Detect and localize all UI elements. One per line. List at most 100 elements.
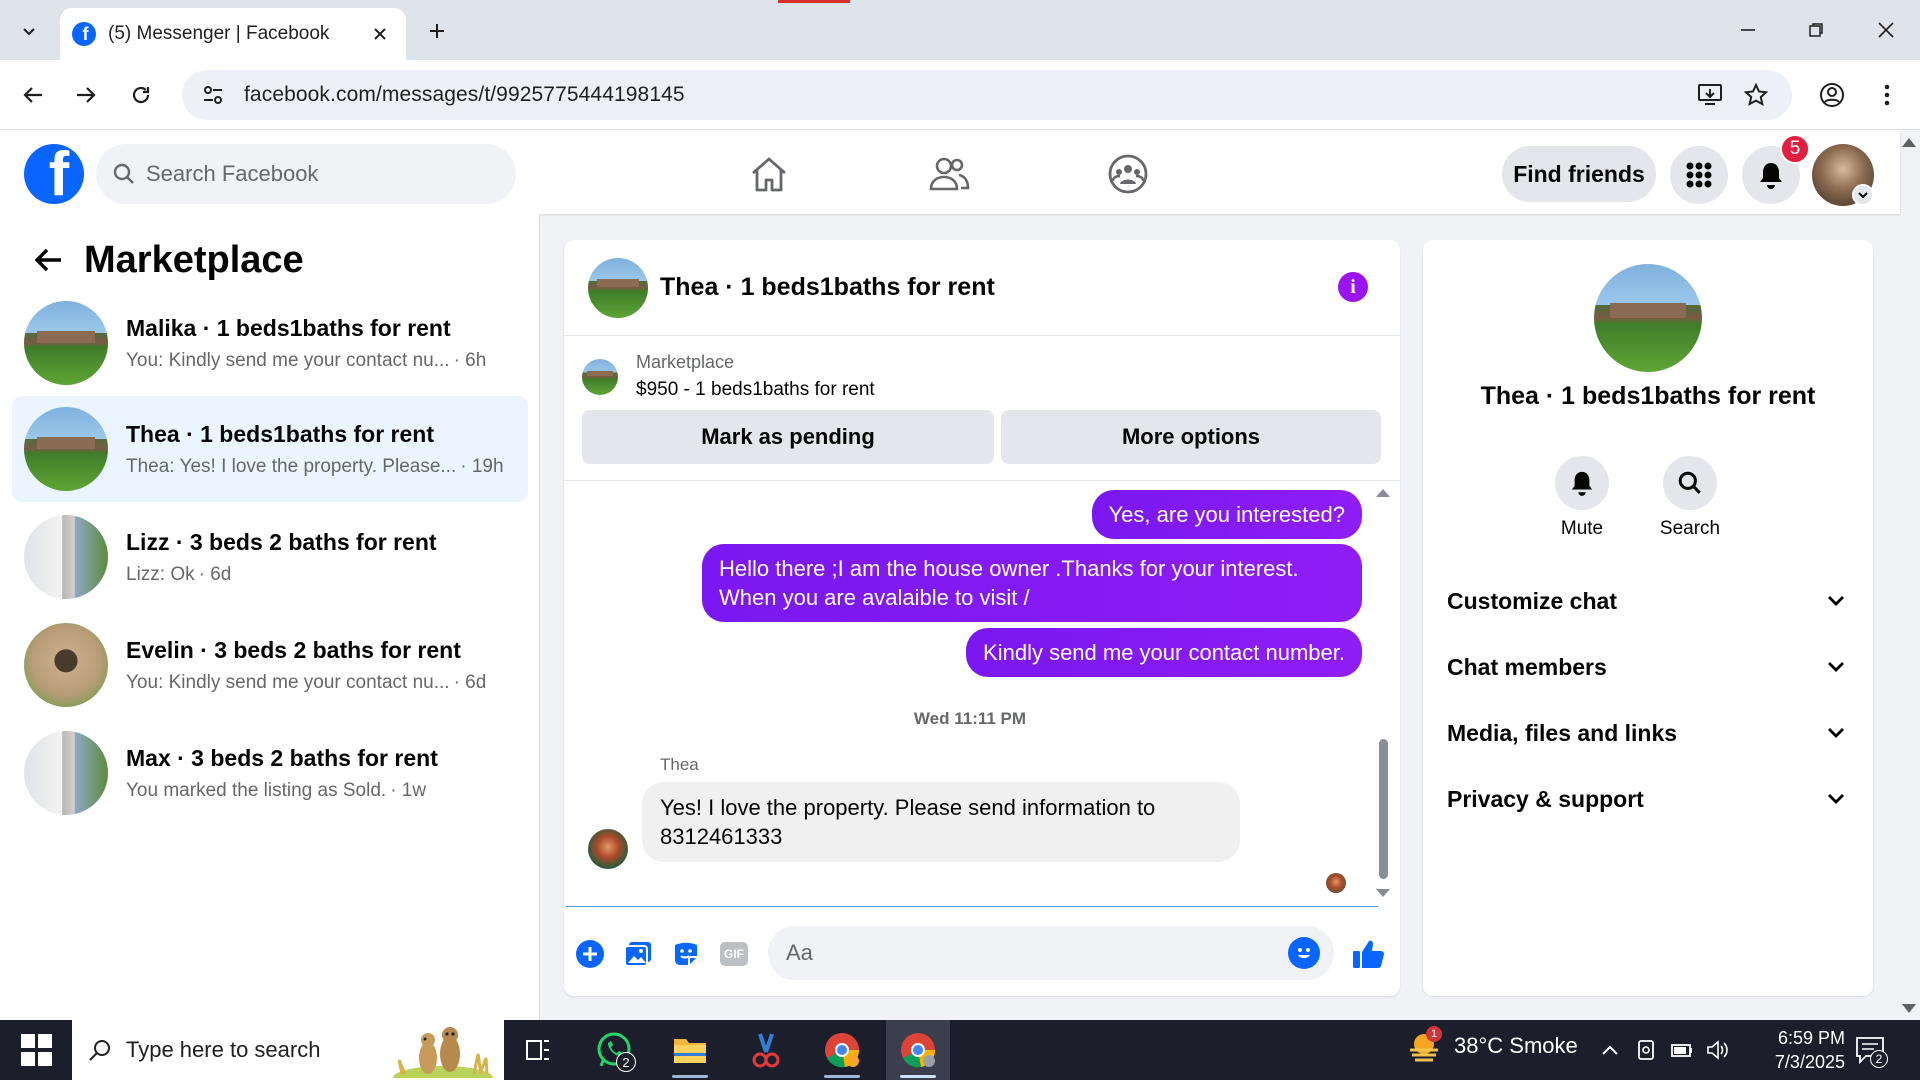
seen-receipt-avatar (1326, 873, 1346, 893)
outgoing-message: Kindly send me your contact number. (966, 628, 1362, 677)
marketplace-sidebar: Marketplace Malika · 1 beds1baths for re… (0, 214, 540, 1020)
conversation-item[interactable]: Max · 3 beds 2 baths for rent You marked… (12, 720, 528, 826)
browser-menu-icon[interactable] (1868, 76, 1906, 114)
chat-scrollbar[interactable] (1376, 489, 1390, 899)
forward-button[interactable] (67, 76, 105, 114)
conversation-item[interactable]: Malika · 1 beds1baths for rent You: Kind… (12, 290, 528, 396)
url-text[interactable]: facebook.com/messages/t/9925775444198145 (244, 83, 685, 107)
conversation-time: · 1w (390, 779, 427, 801)
accordion-label: Customize chat (1447, 587, 1617, 614)
conversation-item[interactable]: Lizz · 3 beds 2 baths for rent Lizz: Ok ·… (12, 504, 528, 610)
page-scroll-up-icon[interactable] (1902, 138, 1916, 147)
conversation-item-selected[interactable]: Thea · 1 beds1baths for rent Thea: Yes! … (12, 396, 528, 502)
conversation-name: Malika · 1 beds1baths for rent (126, 314, 451, 341)
message-input[interactable] (786, 940, 1256, 966)
listing-thumbnail (24, 623, 108, 707)
task-view-icon[interactable] (506, 1020, 570, 1080)
chrome-app-icon[interactable] (810, 1020, 874, 1080)
weather-alert-badge: 1 (1426, 1026, 1442, 1042)
account-caret-icon[interactable] (1852, 184, 1874, 206)
taskbar-search-input[interactable] (126, 1037, 376, 1063)
message-input-box[interactable] (768, 926, 1334, 980)
listing-thumbnail (24, 731, 108, 815)
tab-close-icon[interactable] (368, 22, 392, 46)
system-clock[interactable]: 6:59 PM 7/3/2025 (1745, 1026, 1845, 1074)
listing-thumbnail (24, 407, 108, 491)
conversation-item[interactable]: Evelin · 3 beds 2 baths for rent You: Ki… (12, 612, 528, 718)
message-line: Hello there ;I am the house owner .Thank… (719, 556, 1299, 581)
listing-thumbnail (582, 358, 618, 395)
bookmark-star-icon[interactable] (1736, 70, 1776, 120)
meet-now-icon[interactable] (1634, 1038, 1658, 1062)
tab-search-dropdown[interactable] (12, 14, 46, 48)
chat-title[interactable]: Thea · 1 beds1baths for rent (660, 273, 995, 302)
install-app-icon[interactable] (1690, 70, 1730, 120)
whatsapp-app-icon[interactable]: 2 (582, 1020, 646, 1080)
conversation-name: Evelin · 3 beds 2 baths for rent (126, 636, 461, 663)
home-icon (752, 157, 786, 192)
nav-home[interactable] (714, 144, 824, 204)
snipping-tool-icon[interactable] (734, 1020, 798, 1080)
scroll-up-arrow-icon[interactable] (1376, 489, 1390, 497)
windows-taskbar: 2 1 38°C Smoke 6:59 PM 7/3/2025 (0, 1020, 1920, 1080)
chat-avatar[interactable] (588, 257, 648, 318)
profile-account-icon[interactable] (1813, 76, 1851, 114)
clock-date: 7/3/2025 (1774, 1052, 1845, 1072)
chrome-app-icon-active[interactable] (886, 1020, 950, 1080)
back-arrow-icon[interactable] (24, 236, 72, 284)
weather-widget[interactable]: 1 38°C Smoke (1406, 1026, 1578, 1062)
file-explorer-icon[interactable] (658, 1020, 722, 1080)
facebook-logo[interactable]: f (24, 144, 84, 204)
facebook-search-box[interactable] (96, 144, 516, 204)
gif-icon[interactable]: GIF (718, 938, 750, 970)
message-timestamp: Wed 11:11 PM (913, 709, 1027, 728)
accordion-customize-chat[interactable]: Customize chat (1447, 576, 1855, 626)
scroll-down-arrow-icon[interactable] (1376, 889, 1390, 897)
accordion-privacy-support[interactable]: Privacy & support (1447, 774, 1855, 824)
bell-icon[interactable] (1555, 456, 1609, 510)
mark-as-pending-button[interactable]: Mark as pending (582, 410, 994, 464)
notification-center-icon[interactable]: 2 (1854, 1034, 1888, 1068)
info-icon[interactable]: i (1338, 272, 1368, 302)
page-scroll-down-icon[interactable] (1902, 1004, 1916, 1013)
minimize-button[interactable] (1720, 8, 1776, 52)
more-options-button[interactable]: More options (1001, 410, 1381, 464)
chevron-up-icon[interactable] (1598, 1038, 1622, 1062)
back-button[interactable] (14, 76, 52, 114)
battery-icon[interactable] (1670, 1038, 1694, 1062)
restore-button[interactable] (1788, 8, 1844, 52)
details-avatar[interactable] (1594, 264, 1702, 372)
sticker-icon[interactable] (670, 938, 702, 970)
attach-photo-icon[interactable] (622, 938, 654, 970)
reload-button[interactable] (122, 76, 160, 114)
address-bar[interactable]: facebook.com/messages/t/9925775444198145 (182, 70, 1792, 120)
new-tab-button[interactable] (420, 14, 454, 48)
mute-label: Mute (1560, 518, 1604, 539)
nav-groups[interactable] (1073, 144, 1183, 204)
scroll-thumb[interactable] (1379, 739, 1388, 879)
message-list: Yes, are you interested? Hello there ;I … (564, 481, 1400, 905)
facebook-search-input[interactable] (146, 161, 466, 187)
browser-tab-active[interactable]: f (5) Messenger | Facebook (60, 8, 406, 60)
accordion-media-files-links[interactable]: Media, files and links (1447, 708, 1855, 758)
search-action[interactable]: Search (1645, 456, 1735, 540)
nav-friends[interactable] (894, 144, 1004, 204)
sender-avatar[interactable] (588, 829, 628, 869)
taskbar-search-box[interactable] (72, 1020, 504, 1080)
find-friends-button[interactable]: Find friends (1502, 146, 1656, 202)
volume-icon[interactable] (1706, 1038, 1730, 1062)
menu-grid-button[interactable] (1670, 146, 1728, 204)
chevron-down-icon (23, 28, 35, 36)
conversation-details-panel: Thea · 1 beds1baths for rent Mute Search… (1423, 240, 1873, 996)
listing-summary[interactable]: Marketplace $950 - 1 beds1baths for rent (582, 352, 875, 401)
close-icon (1878, 22, 1894, 38)
windows-start-icon[interactable] (14, 1034, 58, 1066)
mute-action[interactable]: Mute (1537, 456, 1627, 540)
more-actions-plus-icon[interactable] (574, 938, 606, 970)
close-window-button[interactable] (1858, 8, 1914, 52)
site-settings-icon[interactable] (202, 84, 224, 106)
like-thumbs-up-icon[interactable] (1348, 934, 1388, 974)
emoji-icon[interactable] (1288, 937, 1320, 969)
search-icon[interactable] (1663, 456, 1717, 510)
accordion-chat-members[interactable]: Chat members (1447, 642, 1855, 692)
